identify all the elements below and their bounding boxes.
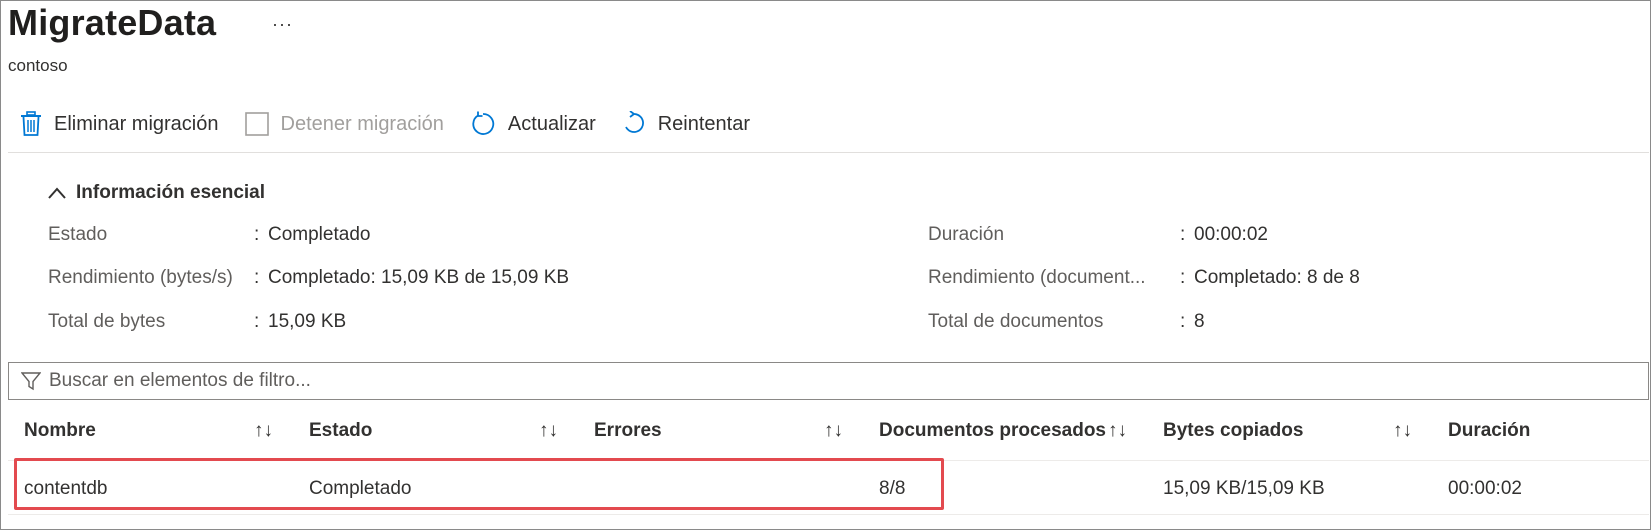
essentials-item-total-documentos: Total de documentos [928,311,1103,333]
column-header-bytes[interactable]: Bytes copiados [1163,420,1303,442]
essentials-separator: : [1180,311,1186,332]
stop-migration-label: Detener migración [280,112,444,135]
sort-nombre-icon[interactable]: ↑↓ [254,420,273,442]
column-header-duracion[interactable]: Duración [1448,420,1530,442]
essentials-key: Duración [928,224,1005,245]
essentials-title: Información esencial [76,182,266,203]
sort-bytes-icon[interactable]: ↑↓ [1393,420,1412,442]
refresh-icon [472,111,495,135]
filter-input[interactable] [47,369,1648,393]
retry-button[interactable]: Reintentar [622,111,750,137]
essentials-key: Estado [48,224,108,245]
essentials-toggle[interactable]: Información esencial [48,182,265,204]
cell-duracion: 00:00:02 [1448,478,1522,499]
delete-migration-button[interactable]: Eliminar migración [20,111,219,137]
column-header-documentos[interactable]: Documentos procesados [879,420,1106,442]
essentials-separator: : [1180,267,1186,288]
refresh-button[interactable]: Actualizar [470,111,596,137]
essentials-value: 00:00:02 [1194,224,1268,245]
retry-label: Reintentar [657,112,751,135]
essentials-separator: : [1180,224,1186,245]
essentials-key: Rendimiento (document... [928,267,1146,288]
essentials-item-rendimiento-documentos: Rendimiento (document... [928,267,1146,289]
sort-errores-icon[interactable]: ↑↓ [824,420,843,442]
page-frame [0,0,1651,530]
cell-bytes: 15,09 KB/15,09 KB [1163,478,1325,499]
essentials-separator: : [254,224,260,245]
essentials-item-duracion: Duración [928,224,1004,246]
essentials-value: 15,09 KB [268,311,347,332]
sort-estado-icon[interactable]: ↑↓ [539,420,558,442]
toolbar-divider [8,152,1649,153]
trash-icon [21,111,41,136]
retry-icon [624,111,644,133]
filter-box [8,362,1649,400]
delete-migration-label: Eliminar migración [54,112,219,135]
stop-square-icon [244,112,269,136]
essentials-value: Completado [268,224,371,245]
essentials-separator: : [254,267,260,288]
essentials-value: Completado: 8 de 8 [1194,267,1360,288]
essentials-item-rendimiento-bytes: Rendimiento (bytes/s) [48,267,233,289]
essentials-separator: : [254,311,260,332]
essentials-key: Rendimiento (bytes/s) [48,267,233,288]
essentials-key: Total de bytes [48,311,166,332]
command-bar: Eliminar migración Detener migración Act… [20,106,776,142]
essentials-value: 8 [1194,311,1205,332]
page-subtitle: contoso [8,56,68,75]
refresh-label: Actualizar [507,112,596,135]
essentials-item-estado: Estado [48,224,107,246]
filter-icon [21,372,41,391]
essentials-key: Total de documentos [928,311,1104,332]
essentials-value: Completado: 15,09 KB de 15,09 KB [268,267,570,288]
page-title: MigrateData [8,2,217,43]
sort-documentos-icon[interactable]: ↑↓ [1108,420,1127,442]
table-row-divider [8,514,1649,515]
more-options-button[interactable]: ··· [272,14,293,35]
highlight-box [14,458,944,510]
column-header-nombre[interactable]: Nombre [24,420,96,442]
column-header-estado[interactable]: Estado [309,420,372,442]
column-header-errores[interactable]: Errores [594,420,662,442]
chevron-up-icon [48,187,66,199]
stop-migration-button[interactable]: Detener migración [244,112,444,136]
essentials-item-total-bytes: Total de bytes [48,311,165,333]
